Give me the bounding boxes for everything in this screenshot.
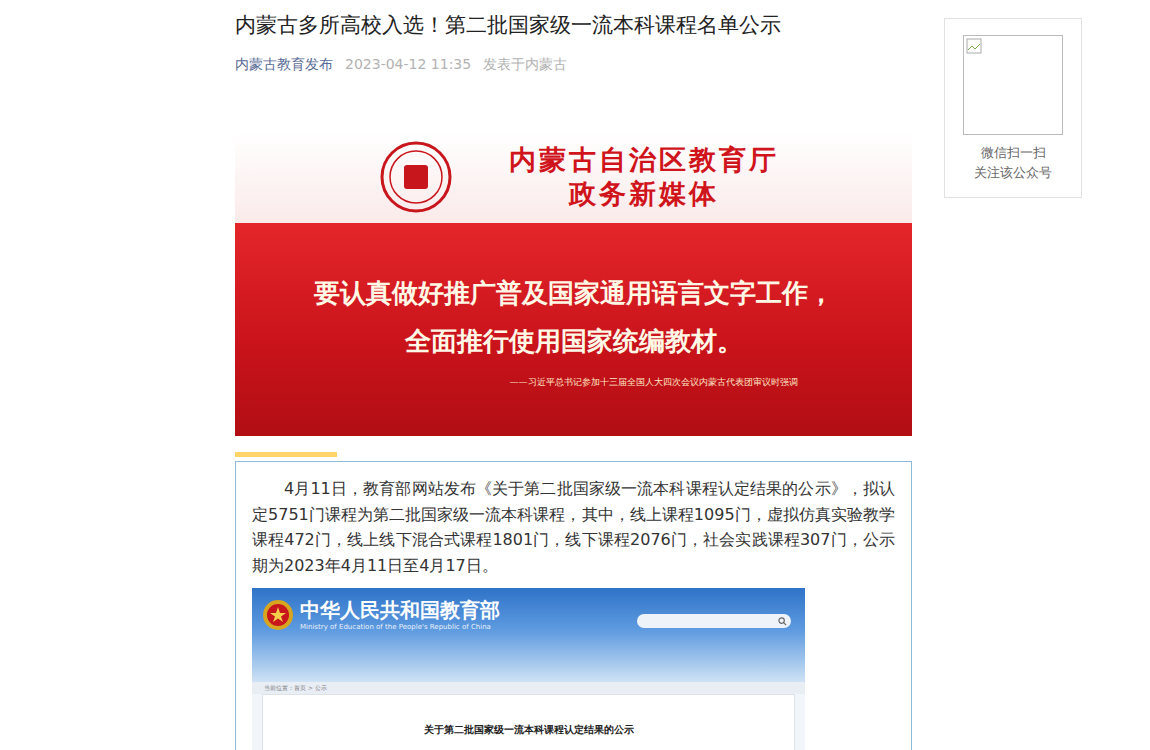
banner-title: 内蒙古自治区教育厅政务新媒体	[509, 143, 779, 211]
document-title: 关于第二批国家级一流本科课程认定结果的公示	[263, 723, 794, 737]
qr-card: 微信扫一扫关注该公众号	[944, 18, 1082, 198]
banner-slogan: 要认真做好推广普及国家通用语言文字工作，全面推行使用国家统编教材。 ——习近平总书…	[235, 223, 912, 436]
publish-location: 发表于内蒙古	[483, 54, 567, 74]
seal-icon	[379, 140, 453, 214]
breadcrumb: 当前位置：首页 > 公示	[252, 682, 805, 694]
emblem-icon	[262, 599, 294, 631]
document: 关于第二批国家级一流本科课程认定结果的公示	[262, 694, 795, 750]
banner: 内蒙古自治区教育厅政务新媒体要认真做好推广普及国家通用语言文字工作，全面推行使用…	[235, 131, 912, 436]
site-name-en: Ministry of Education of the People's Re…	[300, 622, 500, 632]
search-field[interactable]	[637, 614, 791, 628]
slogan-line: 要认真做好推广普及国家通用语言文字工作，	[314, 271, 834, 315]
qr-caption: 微信扫一扫	[981, 143, 1046, 163]
banner-title-line: 内蒙古自治区教育厅	[509, 143, 779, 177]
moe-header: 中华人民共和国教育部Ministry of Education of the P…	[252, 588, 805, 682]
slogan-attribution: ——习近平总书记参加十三届全国人大四次会议内蒙古代表团审议时强调	[350, 375, 798, 389]
banner-header: 内蒙古自治区教育厅政务新媒体	[235, 131, 912, 223]
moe-screenshot: 中华人民共和国教育部Ministry of Education of the P…	[252, 588, 805, 750]
broken-image-icon	[966, 38, 982, 54]
qr-caption: 关注该公众号	[974, 163, 1052, 183]
search-icon	[778, 617, 787, 626]
article-meta: 内蒙古教育发布 2023-04-12 11:35 发表于内蒙古	[235, 54, 912, 74]
paragraph: 4月11日，教育部网站发布《关于第二批国家级一流本科课程认定结果的公示》，拟认定…	[252, 476, 895, 578]
article: 内蒙古多所高校入选！第二批国家级一流本科课程名单公示内蒙古教育发布 2023-04…	[235, 0, 912, 750]
moe-brand: 中华人民共和国教育部Ministry of Education of the P…	[262, 598, 500, 632]
qr-code	[963, 35, 1063, 135]
accent-bar	[235, 452, 337, 457]
page: 内蒙古多所高校入选！第二批国家级一流本科课程名单公示内蒙古教育发布 2023-04…	[0, 0, 1150, 750]
author-link[interactable]: 内蒙古教育发布	[235, 54, 333, 74]
slogan-line: 全面推行使用国家统编教材。	[405, 319, 743, 363]
content-box: 4月11日，教育部网站发布《关于第二批国家级一流本科课程认定结果的公示》，拟认定…	[235, 461, 912, 750]
article-title: 内蒙古多所高校入选！第二批国家级一流本科课程名单公示	[235, 10, 912, 40]
site-name: 中华人民共和国教育部	[300, 598, 500, 622]
banner-title-line: 政务新媒体	[509, 177, 779, 211]
publish-time: 2023-04-12 11:35	[345, 54, 471, 74]
